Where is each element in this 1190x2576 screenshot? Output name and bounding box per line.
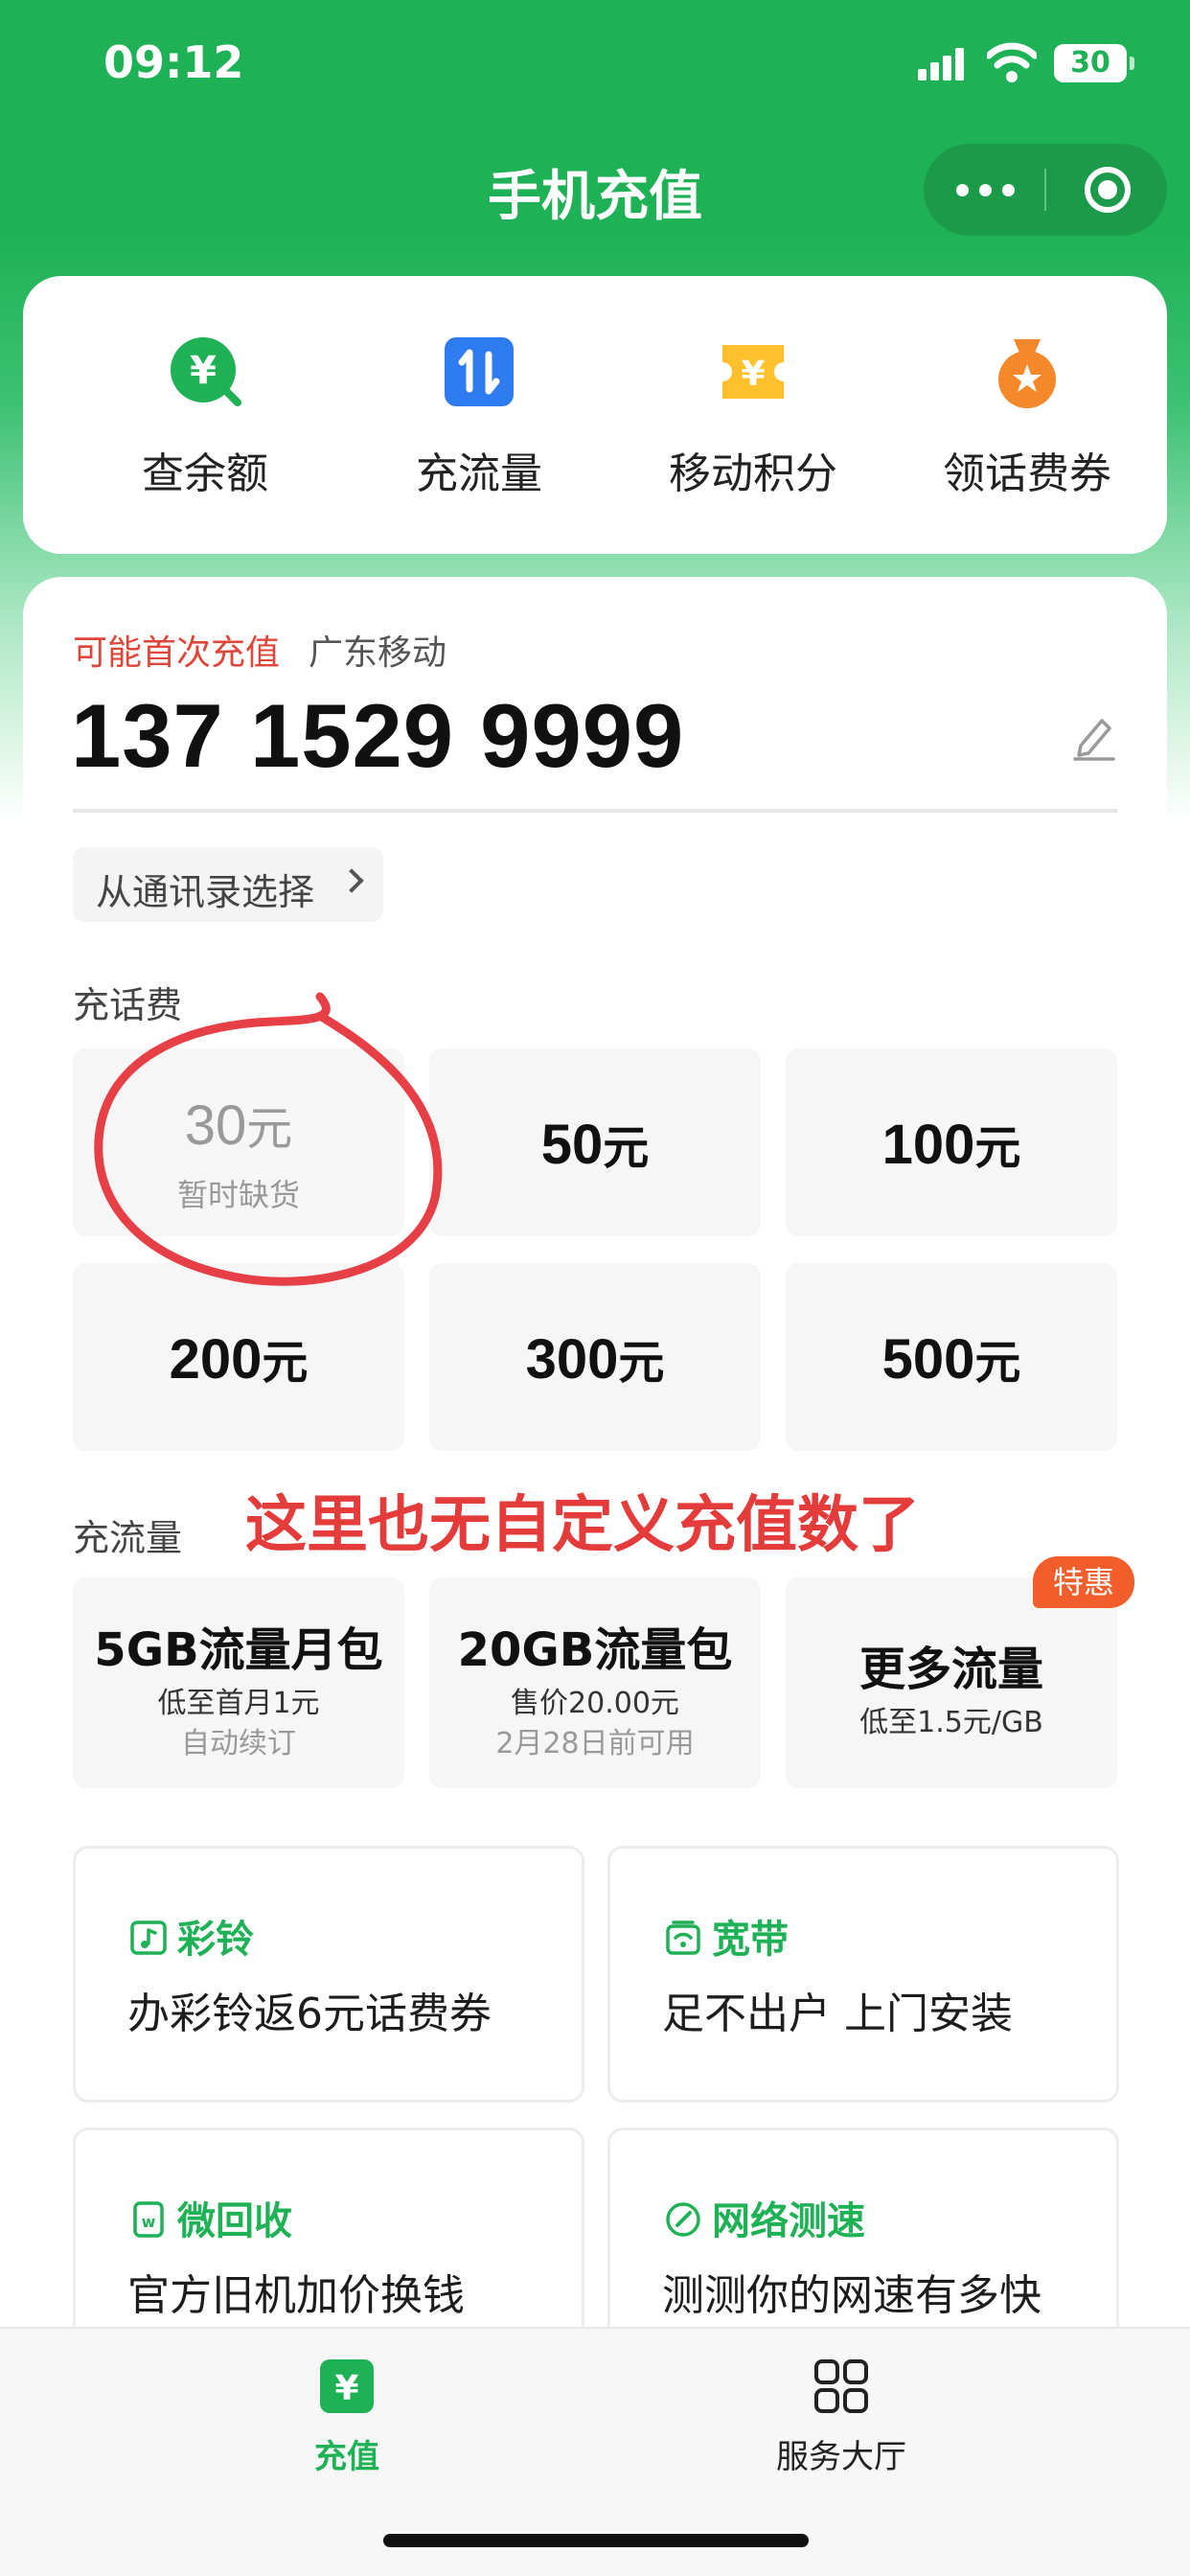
data-plan-title: 5GB流量月包 [94,1623,383,1677]
quick-action-label: 充流量 [416,449,542,498]
contacts-label: 从通讯录选择 [96,871,315,913]
quick-action-data[interactable]: 充流量 [355,334,604,500]
service-title: 彩铃 [177,1918,254,1962]
data-plan-title: 20GB流量包 [457,1623,733,1677]
amount-value: 500 [881,1328,975,1391]
first-recharge-hint: 可能首次充值 [73,633,281,673]
quick-action-points[interactable]: ¥ 移动积分 [629,334,878,500]
tab-recharge[interactable]: ¥ 充值 [203,2358,491,2477]
capsule-divider [1044,169,1046,211]
more-dots-icon[interactable] [956,171,1033,209]
data-plan-more[interactable]: 更多流量 低至1.5元/GB [786,1577,1117,1788]
tab-label: 充值 [314,2438,379,2476]
quick-action-label: 领话费券 [943,449,1111,498]
amount-unit: 元 [246,1104,293,1155]
data-plan-sub: 低至1.5元/GB [859,1706,1043,1739]
service-desc: 官方旧机加价换钱 [127,2271,465,2320]
amount-tile-100[interactable]: 100元 [786,1048,1117,1236]
service-title: 微回收 [177,2199,292,2243]
edit-icon[interactable] [1071,713,1115,761]
amount-unit: 元 [262,1338,309,1389]
out-of-stock-note: 暂时缺货 [176,1177,300,1213]
select-from-contacts-button[interactable]: 从通讯录选择 [73,847,383,922]
amount-unit: 元 [974,1123,1021,1174]
amount-value: 300 [525,1328,619,1391]
amount-unit: 元 [974,1338,1021,1389]
service-card-ringtone[interactable]: 彩铃 办彩铃返6元话费券 [73,1846,584,2103]
service-card-speedtest[interactable]: 网络测速 测测你的网速有多快 [607,2128,1119,2358]
data-section-label: 充流量 [73,1517,183,1559]
quick-action-label: 查余额 [142,449,268,498]
cellular-signal-icon [918,48,966,80]
svg-text:w: w [142,2213,156,2231]
annotation-text: 这里也无自定义充值数了 [245,1490,920,1561]
mini-program-capsule [924,144,1167,236]
service-desc: 足不出户 上门安装 [662,1990,1013,2038]
yuan-icon: ¥ [320,2359,374,2413]
data-plan-sub: 售价20.00元 [511,1687,679,1720]
quick-action-label: 移动积分 [669,449,837,498]
amount-value: 100 [881,1114,975,1176]
data-plan-note: 自动续订 [181,1727,296,1760]
status-bar: 09:12 30 [0,0,1190,125]
data-plan-5gb[interactable]: 5GB流量月包 低至首月1元 自动续订 [73,1577,404,1788]
data-transfer-icon [445,337,514,406]
service-desc: 测测你的网速有多快 [662,2271,1041,2320]
amount-tile-50[interactable]: 50元 [429,1048,761,1236]
close-target-icon[interactable] [1085,167,1131,213]
tab-label: 服务大厅 [776,2438,906,2476]
amount-value: 50 [540,1114,604,1176]
quick-actions-card: ¥ 查余额 充流量 ¥ 移动积分 领话费券 [23,276,1167,554]
coupon-bag-icon [998,339,1056,408]
tab-service-hall[interactable]: 服务大厅 [698,2358,985,2477]
ringtone-icon [130,1920,167,1955]
service-desc: 办彩铃返6元话费券 [127,1990,492,2038]
amount-tile-300[interactable]: 300元 [429,1263,761,1451]
points-ticket-icon: ¥ [722,345,784,399]
amount-tile-200[interactable]: 200元 [73,1263,404,1451]
speed-gauge-icon [666,2202,700,2237]
service-title: 宽带 [712,1918,789,1962]
phone-underline [73,809,1117,813]
quick-action-coupon[interactable]: 领话费券 [903,334,1152,500]
data-plan-20gb[interactable]: 20GB流量包 售价20.00元 2月28日前可用 [429,1577,761,1788]
chevron-right-icon [339,868,364,893]
data-plan-title: 更多流量 [858,1643,1043,1696]
amount-value: 30 [184,1094,247,1157]
amount-unit: 元 [603,1123,650,1174]
service-title: 网络测速 [712,2199,865,2243]
svg-text:¥: ¥ [741,355,765,394]
svg-text:¥: ¥ [190,349,217,393]
recycle-phone-icon: w [133,2201,164,2238]
svg-text:¥: ¥ [334,2369,358,2408]
phone-number[interactable]: 137 1529 9999 [71,684,684,788]
balance-icon: ¥ [171,337,241,406]
amount-unit: 元 [618,1338,665,1389]
service-card-broadband[interactable]: 宽带 足不出户 上门安装 [607,1846,1119,2103]
amount-value: 200 [169,1328,263,1391]
battery-indicator: 30 [1054,44,1134,82]
status-time: 09:12 [103,36,244,88]
grid-icon [814,2359,868,2413]
data-plan-note: 2月28日前可用 [495,1727,695,1760]
amount-tile-30: 30元 暂时缺货 [73,1048,404,1236]
quick-action-balance[interactable]: ¥ 查余额 [80,334,330,500]
topup-section-label: 充话费 [73,984,183,1026]
special-offer-badge: 特惠 [1033,1556,1134,1608]
carrier-label: 广东移动 [309,633,447,673]
wifi-icon [987,42,1037,82]
home-indicator [383,2534,809,2547]
data-plan-sub: 低至首月1元 [157,1687,320,1720]
service-card-recycle[interactable]: w 微回收 官方旧机加价换钱 [73,2128,584,2358]
amount-tile-500[interactable]: 500元 [786,1263,1117,1451]
broadband-router-icon [666,1920,700,1955]
